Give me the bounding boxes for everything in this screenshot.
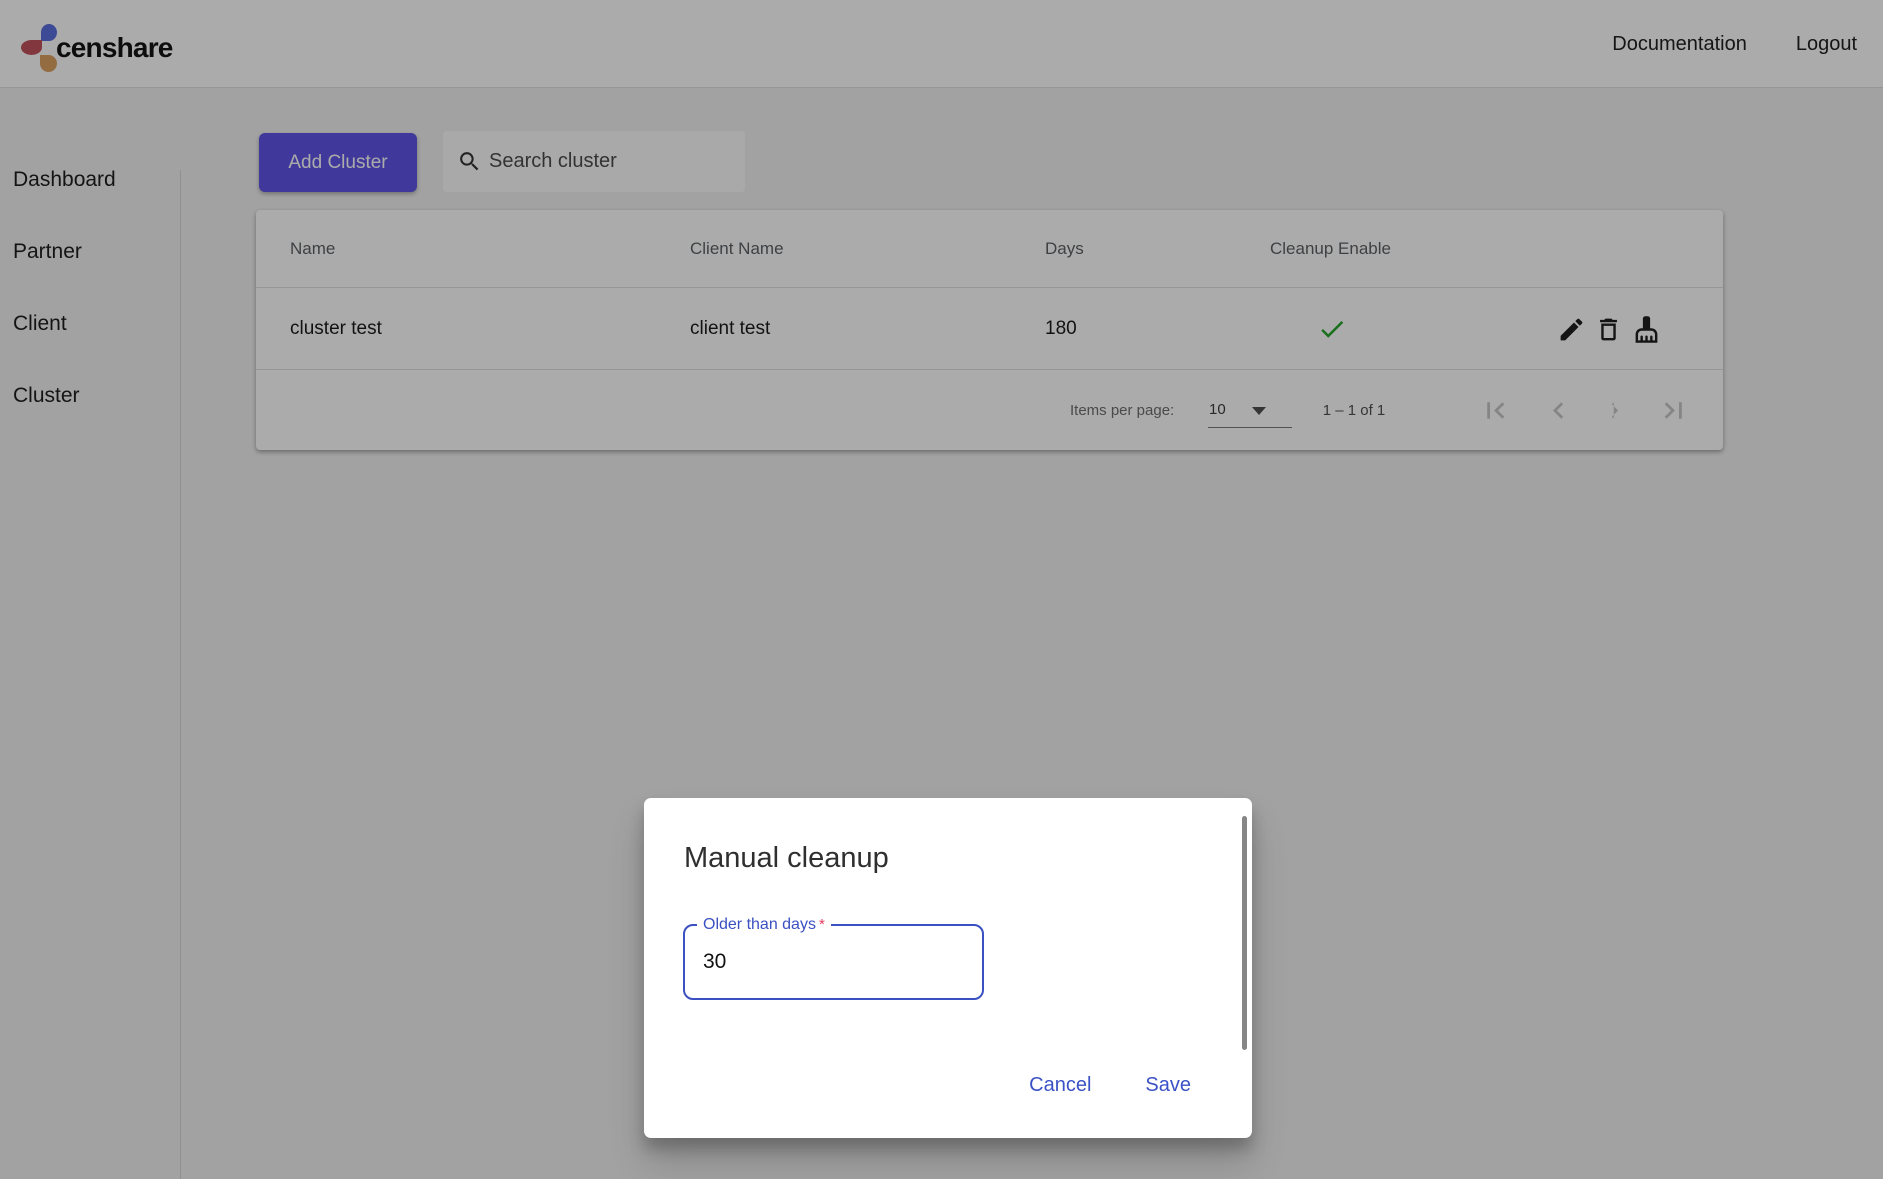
dialog-title: Manual cleanup (684, 842, 889, 875)
required-asterisk: * (819, 916, 825, 933)
field-label: Older than days* (697, 916, 831, 934)
save-button[interactable]: Save (1141, 1066, 1195, 1105)
older-than-days-input[interactable] (703, 938, 963, 986)
field-label-text: Older than days (703, 916, 816, 933)
manual-cleanup-dialog: Manual cleanup Older than days* Cancel S… (644, 798, 1252, 1138)
dialog-scrollbar[interactable] (1242, 816, 1247, 1050)
dialog-actions: Cancel Save (1025, 1066, 1195, 1105)
cancel-button[interactable]: Cancel (1025, 1066, 1095, 1105)
older-than-days-field[interactable]: Older than days* (683, 924, 984, 1000)
